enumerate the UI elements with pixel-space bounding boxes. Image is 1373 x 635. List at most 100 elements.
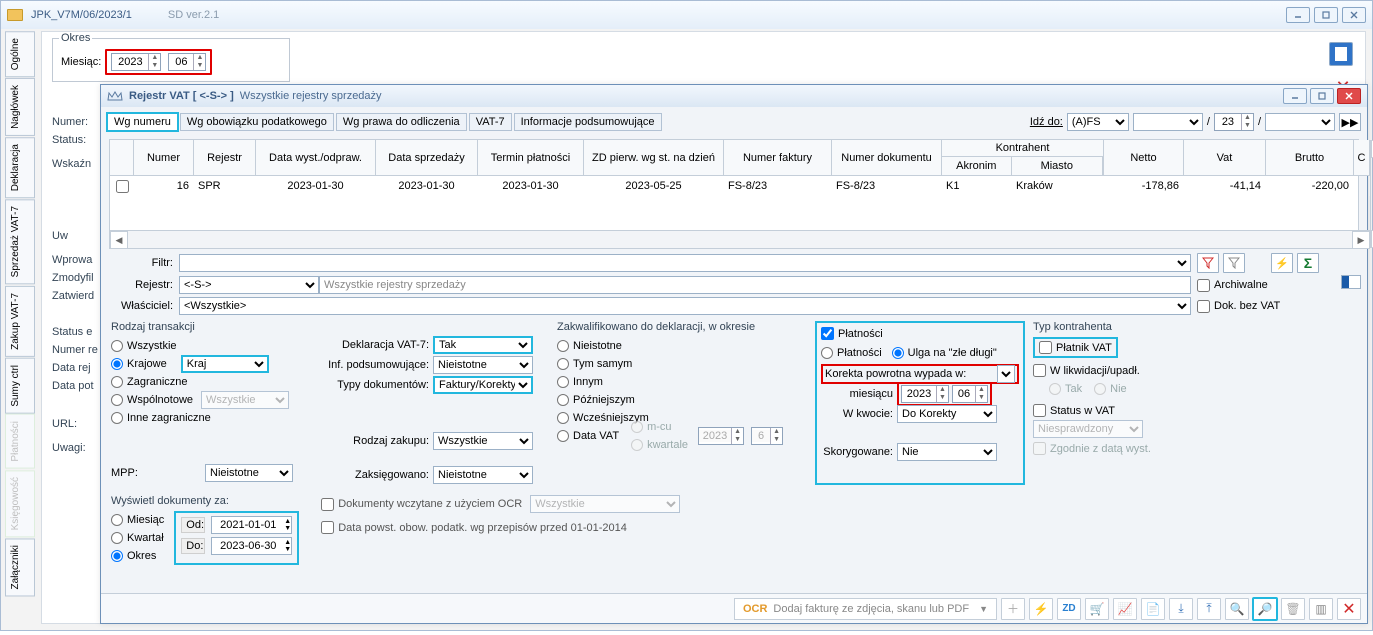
arch-checkbox[interactable] [1197, 279, 1210, 292]
goto-select-2[interactable] [1133, 113, 1203, 131]
dp-kwartal[interactable] [111, 532, 123, 544]
goto-go-button[interactable]: ▶▶ [1339, 113, 1361, 131]
tab-vat7[interactable]: VAT-7 [469, 113, 512, 131]
gh-datawyst[interactable]: Data wyst./odpraw. [256, 140, 376, 175]
tab-wg-obow[interactable]: Wg obowiązku podatkowego [180, 113, 334, 131]
korekta-select[interactable] [997, 365, 1015, 383]
gh-rejestr[interactable]: Rejestr [194, 140, 256, 175]
side-tab-ksiegowosc[interactable]: Księgowość [5, 470, 35, 537]
do-date[interactable]: ▲▼ [211, 537, 292, 555]
ocr-checkbox[interactable] [321, 498, 334, 511]
plat-radio[interactable] [821, 347, 833, 359]
wlasciciel-select[interactable]: <Wszystkie> [179, 297, 1191, 315]
platnikvat-checkbox[interactable] [1039, 341, 1052, 354]
mpp-select[interactable]: Nieistotne [205, 464, 293, 482]
gh-nd[interactable]: Numer dokumentu [832, 140, 942, 175]
trash-icon[interactable]: 🗑 [1281, 598, 1305, 620]
kraj-select[interactable]: Kraj [181, 355, 269, 373]
side-tab-naglowek[interactable]: Nagłówek [5, 78, 35, 136]
save-button[interactable] [1329, 42, 1353, 66]
tab-info[interactable]: Informacje podsumowujące [514, 113, 662, 131]
gh-numer[interactable]: Numer [134, 140, 194, 175]
rz-select[interactable]: Wszystkie [433, 432, 533, 450]
month-input[interactable] [169, 54, 193, 70]
ocr-button[interactable]: OCR Dodaj fakturę ze zdjęcia, skanu lub … [734, 598, 997, 620]
export-icon[interactable]: ⤒ [1197, 598, 1221, 620]
gh-datasprz[interactable]: Data sprzedaży [376, 140, 478, 175]
zk-nieist[interactable] [557, 340, 569, 352]
gh-akronim[interactable]: Akronim [942, 157, 1012, 175]
tab-wg-numeru[interactable]: Wg numeru [107, 113, 178, 131]
side-tab-zalaczniki[interactable]: Załączniki [5, 538, 35, 596]
rt-krajowe[interactable] [111, 358, 123, 370]
skoryg-select[interactable]: Nie [897, 443, 997, 461]
goto-select[interactable]: (A)FS [1067, 113, 1129, 131]
gh-kontr[interactable]: Kontrahent [942, 140, 1103, 157]
side-tab-platnosci[interactable]: Płatności [5, 414, 35, 469]
plat-month[interactable]: ▲▼ [952, 385, 988, 403]
dekl-select[interactable]: Tak [433, 336, 533, 354]
close-button[interactable] [1342, 7, 1366, 23]
rt-zagraniczne[interactable] [111, 376, 123, 388]
chart-icon[interactable]: 📈 [1113, 598, 1137, 620]
cart-icon[interactable]: 🛒 [1085, 598, 1109, 620]
search-icon[interactable]: 🔍 [1225, 598, 1249, 620]
grid-row[interactable]: 16 SPR 2023-01-30 2023-01-30 2023-01-30 … [110, 176, 1370, 196]
zk-wczes[interactable] [557, 412, 569, 424]
zd-icon[interactable]: ZD [1057, 598, 1081, 620]
side-tab-ogolne[interactable]: Ogólne [5, 31, 35, 77]
flag-button[interactable] [1341, 275, 1361, 289]
gh-brutto[interactable]: Brutto [1266, 140, 1354, 175]
dp-okres[interactable] [111, 550, 123, 562]
gh-vat[interactable]: Vat [1184, 140, 1266, 175]
year-input[interactable] [112, 54, 148, 70]
front-max-button[interactable] [1310, 88, 1334, 104]
grid-vscroll[interactable]: ▲ ▼ [1370, 140, 1371, 248]
zaks-select[interactable]: Nieistotne [433, 466, 533, 484]
plus-icon[interactable]: ＋ [1001, 598, 1025, 620]
wkwocie-select[interactable]: Do Korekty [897, 405, 997, 423]
likw-checkbox[interactable] [1033, 364, 1046, 377]
oldp-checkbox[interactable] [321, 521, 334, 534]
scroll-right-icon[interactable]: ▶ [1352, 231, 1370, 249]
side-tab-sprzedaz[interactable]: Sprzedaż VAT-7 [5, 199, 35, 284]
rt-wszystkie[interactable] [111, 340, 123, 352]
infp-select[interactable]: Nieistotne [433, 356, 533, 374]
funnel-button[interactable] [1197, 253, 1219, 273]
goto-select-3[interactable] [1265, 113, 1335, 131]
year-spin[interactable]: ▲▼ [111, 53, 161, 71]
rejestr-select[interactable]: <-S-> [179, 276, 319, 294]
close-icon[interactable]: ✕ [1337, 598, 1361, 620]
tab-wg-prawa[interactable]: Wg prawa do odliczenia [336, 113, 467, 131]
side-tab-sumy[interactable]: Sumy ctrl [5, 358, 35, 414]
od-date[interactable]: ▲▼ [211, 516, 292, 534]
gh-netto[interactable]: Netto [1104, 140, 1184, 175]
grid-hscroll[interactable]: ◀ ▶ [110, 230, 1370, 248]
funnel-clear-button[interactable] [1223, 253, 1245, 273]
bolt-button[interactable]: ⚡ [1271, 253, 1293, 273]
gh-nf[interactable]: Numer faktury [724, 140, 832, 175]
typd-select[interactable]: Faktury/Korekty [433, 376, 533, 394]
gh-zd[interactable]: ZD pierw. wg st. na dzień [584, 140, 724, 175]
front-min-button[interactable] [1283, 88, 1307, 104]
plat-year[interactable]: ▲▼ [901, 385, 949, 403]
copy-icon[interactable]: 📄 [1141, 598, 1165, 620]
platnosci-checkbox[interactable] [821, 327, 834, 340]
gh-termin[interactable]: Termin płatności [478, 140, 584, 175]
minimize-button[interactable] [1286, 7, 1310, 23]
row-checkbox[interactable] [116, 180, 129, 193]
front-close-button[interactable] [1337, 88, 1361, 104]
bolt-icon[interactable]: ⚡ [1029, 598, 1053, 620]
dokbezvat-checkbox[interactable] [1197, 300, 1210, 313]
goto-num[interactable]: ▲▼ [1214, 113, 1254, 131]
side-tab-zakup[interactable]: Zakup VAT-7 [5, 286, 35, 357]
filter-icon[interactable]: 🔎 [1253, 598, 1277, 620]
import-icon[interactable]: ⤓ [1169, 598, 1193, 620]
zk-datavat[interactable] [557, 430, 569, 442]
zk-innym[interactable] [557, 376, 569, 388]
ulga-radio[interactable] [892, 347, 904, 359]
filtr-select[interactable] [179, 254, 1191, 272]
zk-pozn[interactable] [557, 394, 569, 406]
scroll-left-icon[interactable]: ◀ [110, 231, 128, 249]
columns-icon[interactable]: ▥ [1309, 598, 1333, 620]
